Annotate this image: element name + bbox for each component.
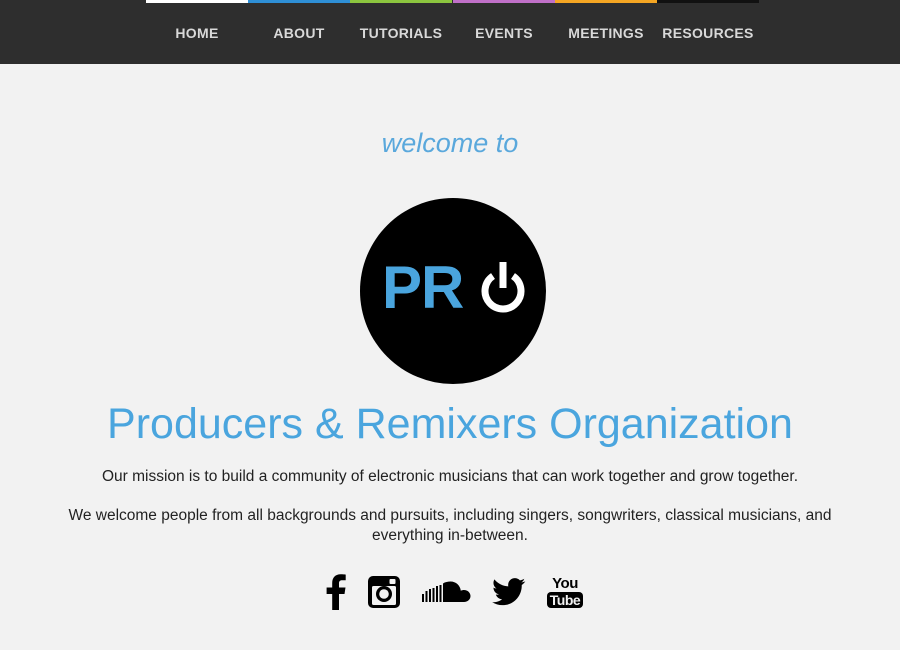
instagram-icon [368,576,400,608]
nav-stripe-events [453,0,555,3]
youtube-icon: You Tube [546,575,584,608]
nav-item-events[interactable]: EVENTS [453,0,555,64]
nav-stripe-about [248,0,350,3]
top-navigation: HOME ABOUT TUTORIALS EVENTS MEETINGS RES… [0,0,900,64]
facebook-link[interactable] [322,572,350,612]
soundcloud-link[interactable] [420,572,472,612]
nav-label: HOME [175,25,219,41]
soundcloud-icon [422,581,471,602]
nav-label: EVENTS [475,25,533,41]
nav-item-home[interactable]: HOME [146,0,248,64]
nav-label: ABOUT [273,25,325,41]
mission-statement: Our mission is to build a community of e… [101,468,799,485]
youtube-link[interactable]: You Tube [546,572,584,612]
twitter-link[interactable] [490,572,528,612]
nav-item-tutorials[interactable]: TUTORIALS [350,0,452,64]
nav-item-about[interactable]: ABOUT [248,0,350,64]
youtube-tube-text: Tube [546,592,584,608]
nav-stripe-resources [657,0,759,3]
nav-label: RESOURCES [662,25,754,41]
nav-stripe-meetings [555,0,657,3]
power-icon [481,262,525,313]
welcome-statement: We welcome people from all backgrounds a… [68,507,832,544]
nav-stripe-home [146,0,248,3]
facebook-icon [326,574,346,610]
youtube-you-text: You [552,575,578,592]
pro-logo: PR [360,198,546,384]
logo-text: PR [382,254,464,321]
nav-label: TUTORIALS [359,25,443,41]
welcome-heading: welcome to [381,128,519,158]
instagram-link[interactable] [366,572,402,612]
nav-item-resources[interactable]: RESOURCES [657,0,759,64]
nav-stripe-tutorials [350,0,452,3]
nav-item-meetings[interactable]: MEETINGS [555,0,657,64]
twitter-icon [492,578,526,606]
nav-label: MEETINGS [568,25,644,41]
org-title: Producers & Remixers Organization [107,400,793,448]
